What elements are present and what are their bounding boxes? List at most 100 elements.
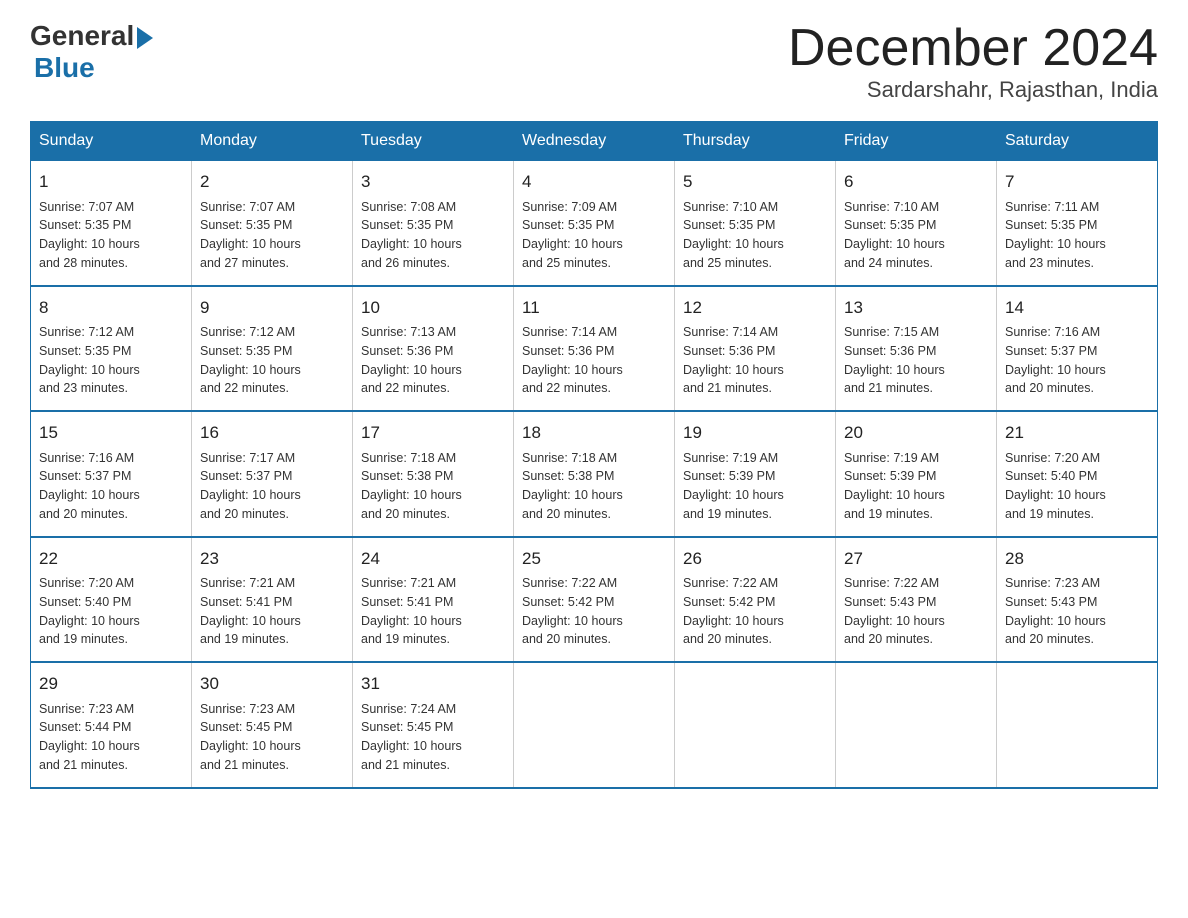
calendar-header: SundayMondayTuesdayWednesdayThursdayFrid…: [31, 122, 1158, 161]
calendar-cell: 22Sunrise: 7:20 AMSunset: 5:40 PMDayligh…: [31, 537, 192, 663]
day-header-wednesday: Wednesday: [514, 122, 675, 161]
calendar-cell: 5Sunrise: 7:10 AMSunset: 5:35 PMDaylight…: [675, 161, 836, 286]
calendar-cell: 28Sunrise: 7:23 AMSunset: 5:43 PMDayligh…: [997, 537, 1158, 663]
day-number: 13: [844, 295, 988, 321]
calendar-cell: 18 Sunrise: 7:18 AMSunset: 5:38 PMDayligh…: [514, 411, 675, 537]
day-number: 9: [200, 295, 344, 321]
day-info: Sunrise: 7:08 AMSunset: 5:35 PMDaylight:…: [361, 198, 505, 273]
calendar-cell: 16 Sunrise: 7:17 AMSunset: 5:37 PMDayligh…: [192, 411, 353, 537]
day-number: 26: [683, 546, 827, 572]
logo: General Blue: [30, 20, 153, 84]
calendar-cell: 7 Sunrise: 7:11 AMSunset: 5:35 PMDaylight…: [997, 161, 1158, 286]
day-number: 16: [200, 420, 344, 446]
day-info: Sunrise: 7:23 AMSunset: 5:45 PMDaylight:…: [200, 700, 344, 775]
day-info: Sunrise: 7:07 AMSunset: 5:35 PMDaylight:…: [200, 198, 344, 273]
day-number: 22: [39, 546, 183, 572]
page-header: General Blue December 2024 Sardarshahr, …: [30, 20, 1158, 103]
calendar-title: December 2024: [788, 20, 1158, 77]
day-info: Sunrise: 7:19 AMSunset: 5:39 PMDaylight:…: [844, 449, 988, 524]
calendar-cell: 4 Sunrise: 7:09 AMSunset: 5:35 PMDaylight…: [514, 161, 675, 286]
day-info: Sunrise: 7:17 AMSunset: 5:37 PMDaylight:…: [200, 449, 344, 524]
calendar-cell: 19 Sunrise: 7:19 AMSunset: 5:39 PMDayligh…: [675, 411, 836, 537]
header-row: SundayMondayTuesdayWednesdayThursdayFrid…: [31, 122, 1158, 161]
calendar-cell: 31Sunrise: 7:24 AMSunset: 5:45 PMDayligh…: [353, 662, 514, 788]
day-info: Sunrise: 7:16 AMSunset: 5:37 PMDaylight:…: [39, 449, 183, 524]
day-number: 20: [844, 420, 988, 446]
day-info: Sunrise: 7:22 AMSunset: 5:43 PMDaylight:…: [844, 574, 988, 649]
day-header-monday: Monday: [192, 122, 353, 161]
day-number: 4: [522, 169, 666, 195]
calendar-cell: 13Sunrise: 7:15 AMSunset: 5:36 PMDayligh…: [836, 286, 997, 412]
day-info: Sunrise: 7:22 AMSunset: 5:42 PMDaylight:…: [522, 574, 666, 649]
calendar-cell: 2 Sunrise: 7:07 AMSunset: 5:35 PMDaylight…: [192, 161, 353, 286]
day-info: Sunrise: 7:21 AMSunset: 5:41 PMDaylight:…: [361, 574, 505, 649]
day-number: 3: [361, 169, 505, 195]
calendar-cell: 20 Sunrise: 7:19 AMSunset: 5:39 PMDayligh…: [836, 411, 997, 537]
day-number: 17: [361, 420, 505, 446]
day-info: Sunrise: 7:11 AMSunset: 5:35 PMDaylight:…: [1005, 198, 1149, 273]
day-number: 7: [1005, 169, 1149, 195]
week-row-5: 29 Sunrise: 7:23 AMSunset: 5:44 PMDayligh…: [31, 662, 1158, 788]
week-row-4: 22Sunrise: 7:20 AMSunset: 5:40 PMDayligh…: [31, 537, 1158, 663]
calendar-cell: [997, 662, 1158, 788]
day-number: 19: [683, 420, 827, 446]
day-number: 29: [39, 671, 183, 697]
day-number: 25: [522, 546, 666, 572]
logo-general-text: General: [30, 20, 134, 52]
day-info: Sunrise: 7:16 AMSunset: 5:37 PMDaylight:…: [1005, 323, 1149, 398]
calendar-cell: 8Sunrise: 7:12 AMSunset: 5:35 PMDaylight…: [31, 286, 192, 412]
day-info: Sunrise: 7:15 AMSunset: 5:36 PMDaylight:…: [844, 323, 988, 398]
day-info: Sunrise: 7:07 AMSunset: 5:35 PMDaylight:…: [39, 198, 183, 273]
day-number: 15: [39, 420, 183, 446]
day-info: Sunrise: 7:09 AMSunset: 5:35 PMDaylight:…: [522, 198, 666, 273]
calendar-cell: 30Sunrise: 7:23 AMSunset: 5:45 PMDayligh…: [192, 662, 353, 788]
day-info: Sunrise: 7:23 AMSunset: 5:43 PMDaylight:…: [1005, 574, 1149, 649]
day-info: Sunrise: 7:10 AMSunset: 5:35 PMDaylight:…: [844, 198, 988, 273]
day-number: 24: [361, 546, 505, 572]
day-number: 8: [39, 295, 183, 321]
day-number: 2: [200, 169, 344, 195]
week-row-2: 8Sunrise: 7:12 AMSunset: 5:35 PMDaylight…: [31, 286, 1158, 412]
calendar-cell: 12Sunrise: 7:14 AMSunset: 5:36 PMDayligh…: [675, 286, 836, 412]
title-block: December 2024 Sardarshahr, Rajasthan, In…: [788, 20, 1158, 103]
day-info: Sunrise: 7:12 AMSunset: 5:35 PMDaylight:…: [39, 323, 183, 398]
day-info: Sunrise: 7:18 AMSunset: 5:38 PMDaylight:…: [522, 449, 666, 524]
day-number: 10: [361, 295, 505, 321]
day-header-sunday: Sunday: [31, 122, 192, 161]
calendar-table: SundayMondayTuesdayWednesdayThursdayFrid…: [30, 121, 1158, 789]
calendar-cell: [836, 662, 997, 788]
day-info: Sunrise: 7:20 AMSunset: 5:40 PMDaylight:…: [1005, 449, 1149, 524]
day-header-thursday: Thursday: [675, 122, 836, 161]
day-header-saturday: Saturday: [997, 122, 1158, 161]
calendar-cell: 3 Sunrise: 7:08 AMSunset: 5:35 PMDaylight…: [353, 161, 514, 286]
calendar-cell: 11Sunrise: 7:14 AMSunset: 5:36 PMDayligh…: [514, 286, 675, 412]
day-number: 5: [683, 169, 827, 195]
day-header-tuesday: Tuesday: [353, 122, 514, 161]
day-number: 12: [683, 295, 827, 321]
day-info: Sunrise: 7:22 AMSunset: 5:42 PMDaylight:…: [683, 574, 827, 649]
calendar-body: 1 Sunrise: 7:07 AMSunset: 5:35 PMDaylight…: [31, 161, 1158, 788]
day-info: Sunrise: 7:13 AMSunset: 5:36 PMDaylight:…: [361, 323, 505, 398]
day-info: Sunrise: 7:24 AMSunset: 5:45 PMDaylight:…: [361, 700, 505, 775]
week-row-1: 1 Sunrise: 7:07 AMSunset: 5:35 PMDaylight…: [31, 161, 1158, 286]
calendar-cell: 21Sunrise: 7:20 AMSunset: 5:40 PMDayligh…: [997, 411, 1158, 537]
day-number: 27: [844, 546, 988, 572]
calendar-cell: 24Sunrise: 7:21 AMSunset: 5:41 PMDayligh…: [353, 537, 514, 663]
calendar-cell: 14Sunrise: 7:16 AMSunset: 5:37 PMDayligh…: [997, 286, 1158, 412]
calendar-cell: 27Sunrise: 7:22 AMSunset: 5:43 PMDayligh…: [836, 537, 997, 663]
day-info: Sunrise: 7:19 AMSunset: 5:39 PMDaylight:…: [683, 449, 827, 524]
calendar-cell: 29 Sunrise: 7:23 AMSunset: 5:44 PMDayligh…: [31, 662, 192, 788]
day-info: Sunrise: 7:12 AMSunset: 5:35 PMDaylight:…: [200, 323, 344, 398]
day-info: Sunrise: 7:23 AMSunset: 5:44 PMDaylight:…: [39, 700, 183, 775]
day-info: Sunrise: 7:14 AMSunset: 5:36 PMDaylight:…: [522, 323, 666, 398]
calendar-cell: 1 Sunrise: 7:07 AMSunset: 5:35 PMDaylight…: [31, 161, 192, 286]
day-info: Sunrise: 7:14 AMSunset: 5:36 PMDaylight:…: [683, 323, 827, 398]
day-number: 1: [39, 169, 183, 195]
calendar-cell: 15 Sunrise: 7:16 AMSunset: 5:37 PMDayligh…: [31, 411, 192, 537]
calendar-cell: 25Sunrise: 7:22 AMSunset: 5:42 PMDayligh…: [514, 537, 675, 663]
day-number: 18: [522, 420, 666, 446]
calendar-cell: 26Sunrise: 7:22 AMSunset: 5:42 PMDayligh…: [675, 537, 836, 663]
calendar-subtitle: Sardarshahr, Rajasthan, India: [788, 77, 1158, 103]
day-number: 14: [1005, 295, 1149, 321]
calendar-cell: 6Sunrise: 7:10 AMSunset: 5:35 PMDaylight…: [836, 161, 997, 286]
